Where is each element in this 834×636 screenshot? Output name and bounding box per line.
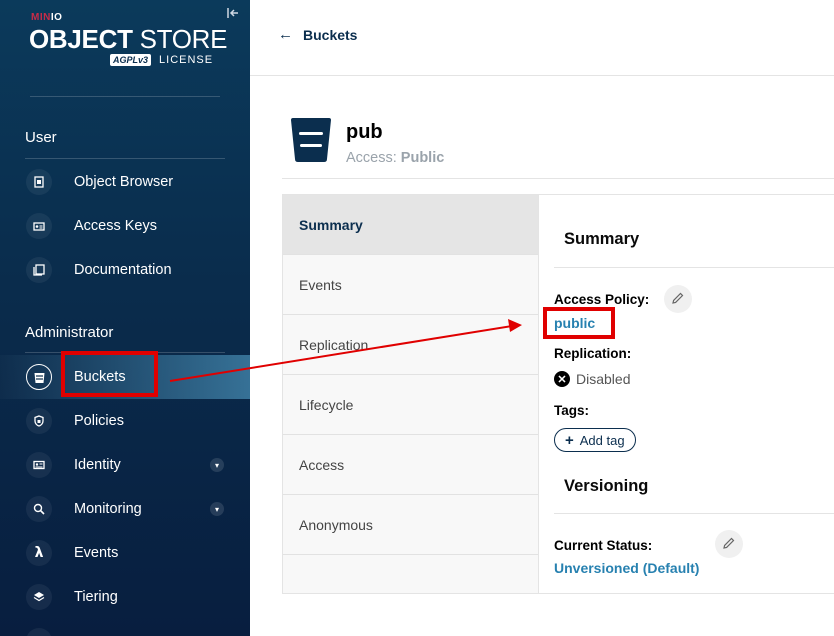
user-section-divider: [25, 158, 225, 159]
sidebar-item-label: Tiering: [74, 589, 118, 605]
sidebar-item-label: Documentation: [74, 262, 172, 278]
access-policy-label: Access Policy:: [554, 292, 650, 307]
documentation-icon: [26, 257, 52, 283]
brand-logo-top: MINIO: [31, 12, 63, 23]
info-divider: [282, 178, 834, 179]
replication-label: Replication:: [554, 346, 632, 361]
buckets-highlight-box: [61, 351, 158, 397]
pencil-icon: [722, 535, 736, 554]
id-card-icon: [26, 452, 52, 478]
tab-lifecycle[interactable]: Lifecycle: [283, 375, 538, 435]
sidebar-item-policies[interactable]: Policies: [0, 399, 250, 443]
chevron-down-icon[interactable]: ▾: [210, 502, 224, 516]
collapse-sidebar-icon[interactable]: [226, 6, 240, 20]
access-keys-icon: [26, 213, 52, 239]
bucket-tabs: Summary Events Replication Lifecycle Acc…: [282, 194, 539, 594]
summary-divider: [554, 267, 834, 268]
bucket-access: Access: Public: [346, 150, 445, 166]
current-status-value[interactable]: Unversioned (Default): [554, 560, 699, 576]
agpl-badge: AGPLv3: [110, 54, 152, 66]
add-tag-button[interactable]: + Add tag: [554, 428, 636, 452]
sidebar-item-label: Identity: [74, 457, 121, 473]
brand-title: OBJECT STORE: [29, 24, 228, 54]
sidebar: MINIO OBJECT STORE AGPLv3 LICENSE User O…: [0, 0, 250, 636]
policy-highlight-box: [543, 307, 615, 339]
sidebar-item-label: Events: [74, 545, 119, 561]
sidebar-item-access-keys[interactable]: Access Keys: [0, 204, 250, 248]
license-label: LICENSE: [159, 54, 214, 66]
sidebar-item-label: Access Keys: [74, 218, 157, 234]
edit-access-policy-button[interactable]: [664, 285, 692, 313]
summary-panel: Summary Access Policy: public Replicatio…: [539, 194, 834, 594]
bucket-large-icon: [290, 118, 332, 162]
sidebar-item-object-browser[interactable]: Object Browser: [0, 160, 250, 204]
object-browser-icon: [26, 169, 52, 195]
replication-status: ✕ Disabled: [554, 371, 630, 387]
shield-icon: [26, 408, 52, 434]
tags-label: Tags:: [554, 403, 590, 418]
summary-heading: Summary: [564, 230, 640, 248]
brand-license: AGPLv3 LICENSE: [110, 54, 213, 66]
sidebar-item-label: Object Browser: [74, 174, 174, 190]
pencil-icon: [671, 290, 685, 309]
sidebar-item-monitoring[interactable]: Monitoring ▾: [0, 487, 250, 531]
arrow-left-icon: ←: [278, 26, 293, 43]
versioning-heading: Versioning: [564, 477, 649, 495]
sidebar-item-events[interactable]: λ Events: [0, 531, 250, 575]
back-to-buckets-link[interactable]: ← Buckets: [278, 26, 357, 43]
sidebar-item-identity[interactable]: Identity ▾: [0, 443, 250, 487]
chevron-down-icon[interactable]: ▾: [210, 458, 224, 472]
sidebar-item-label: Monitoring: [74, 501, 142, 517]
versioning-divider: [554, 513, 834, 514]
tab-anonymous[interactable]: Anonymous: [283, 495, 538, 555]
add-tag-label: Add tag: [579, 432, 625, 448]
edit-versioning-button[interactable]: [715, 530, 743, 558]
replication-value: Disabled: [576, 371, 631, 387]
partial-item-icon: [26, 628, 52, 636]
sidebar-item-partial: [0, 619, 250, 636]
bucket-name: pub: [346, 121, 383, 143]
lambda-icon: λ: [26, 540, 52, 566]
tab-summary[interactable]: Summary: [283, 195, 538, 255]
tab-replication[interactable]: Replication: [283, 315, 538, 375]
back-link-label: Buckets: [303, 26, 358, 43]
sidebar-item-documentation[interactable]: Documentation: [0, 248, 250, 292]
bucket-icon: [26, 364, 52, 390]
sidebar-item-tiering[interactable]: Tiering: [0, 575, 250, 619]
current-status-label: Current Status:: [554, 538, 653, 553]
user-section-title: User: [25, 129, 57, 146]
brand-divider: [30, 96, 220, 97]
tab-access[interactable]: Access: [283, 435, 538, 495]
layers-icon: [26, 584, 52, 610]
page-header: ← Buckets: [250, 0, 834, 76]
admin-section-title: Administrator: [25, 324, 114, 341]
plus-icon: +: [565, 431, 574, 449]
monitoring-icon: [26, 496, 52, 522]
tab-events[interactable]: Events: [283, 255, 538, 315]
sidebar-item-label: Policies: [74, 413, 124, 429]
x-circle-icon: ✕: [554, 371, 570, 387]
